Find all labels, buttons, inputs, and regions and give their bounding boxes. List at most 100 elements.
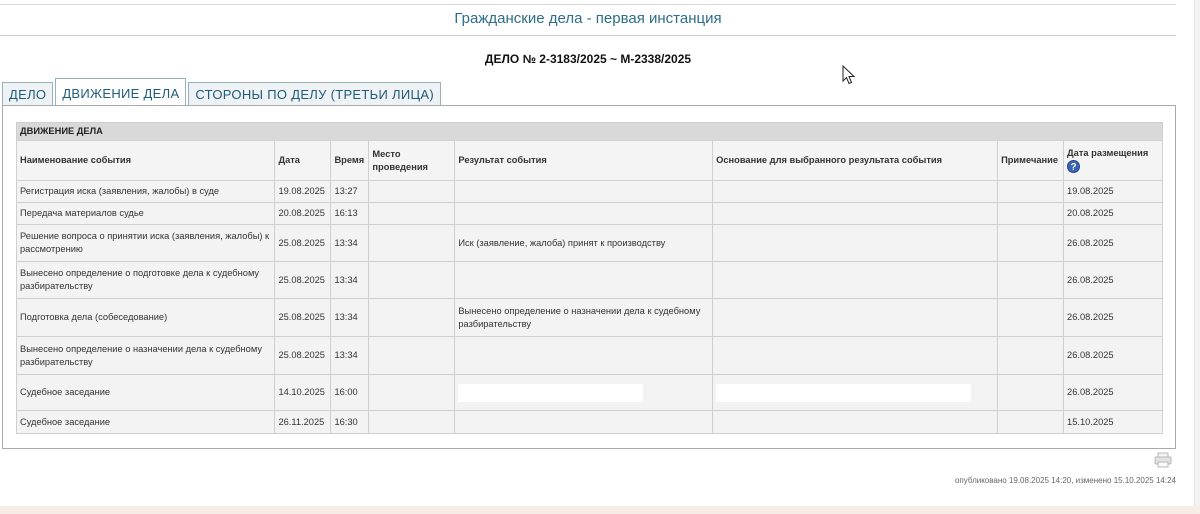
cell-basis bbox=[712, 410, 999, 434]
redacted-block bbox=[458, 383, 644, 402]
table-row: Передача материалов судье 20.08.2025 16:13… bbox=[15, 202, 1163, 225]
publication-meta: опубликовано 19.08.2025 14:20, изменено … bbox=[954, 476, 1176, 485]
cell-posted: 26.08.2025 bbox=[1063, 298, 1163, 337]
cell-basis bbox=[712, 374, 999, 411]
cell-time: 13:34 bbox=[330, 261, 370, 299]
cell-event: Судебное заседание bbox=[15, 374, 276, 411]
cell-time: 16:30 bbox=[330, 410, 370, 434]
cell-event: Решение вопроса о принятии иска (заявлен… bbox=[15, 224, 276, 262]
cell-result bbox=[454, 180, 714, 203]
cell-event: Регистрация иска (заявления, жалобы) в с… bbox=[15, 180, 276, 203]
cell-note bbox=[997, 298, 1065, 337]
cell-result: Вынесено определение о назначении дела к… bbox=[454, 298, 714, 337]
cell-date: 14.10.2025 bbox=[274, 374, 332, 411]
tab-case-movement[interactable]: ДВИЖЕНИЕ ДЕЛА bbox=[55, 78, 187, 107]
cell-basis bbox=[712, 261, 999, 299]
table-row: Подготовка дела (собеседование) 25.08.202… bbox=[15, 298, 1163, 337]
cell-place bbox=[368, 374, 456, 411]
cell-posted: 26.08.2025 bbox=[1063, 224, 1163, 262]
cell-note bbox=[997, 180, 1065, 203]
cell-date: 20.08.2025 bbox=[274, 202, 332, 225]
redacted-block bbox=[716, 383, 972, 402]
cell-result bbox=[454, 202, 714, 225]
col-header-posted: Дата размещения ? bbox=[1063, 140, 1163, 181]
tab-case[interactable]: ДЕЛО bbox=[2, 82, 54, 106]
case-movement-table: ДВИЖЕНИЕ ДЕЛА Наименование события Дата … bbox=[15, 122, 1163, 434]
cell-date: 25.08.2025 bbox=[274, 336, 332, 375]
cell-posted: 20.08.2025 bbox=[1063, 202, 1163, 225]
cell-result: Иск (заявление, жалоба) принят к произво… bbox=[454, 224, 714, 262]
cell-time: 16:00 bbox=[330, 374, 370, 411]
col-header-time: Время bbox=[330, 140, 370, 181]
cell-note bbox=[997, 261, 1065, 299]
col-header-basis: Основание для выбранного результата собы… bbox=[712, 140, 999, 181]
page-title: Гражданские дела - первая инстанция bbox=[454, 10, 722, 27]
cell-posted: 26.08.2025 bbox=[1063, 336, 1163, 375]
tab-panel: ДВИЖЕНИЕ ДЕЛА Наименование события Дата … bbox=[2, 105, 1176, 449]
col-header-date: Дата bbox=[274, 140, 332, 181]
cell-event: Судебное заседание bbox=[15, 410, 276, 434]
cell-date: 25.08.2025 bbox=[274, 224, 332, 262]
cell-place bbox=[368, 261, 456, 299]
cell-date: 25.08.2025 bbox=[274, 261, 332, 299]
col-header-posted-label: Дата размещения bbox=[1067, 148, 1149, 158]
cell-result bbox=[454, 336, 714, 375]
cell-time: 13:34 bbox=[330, 224, 370, 262]
case-number: ДЕЛО № 2-3183/2025 ~ М-2338/2025 bbox=[484, 52, 692, 66]
cell-place bbox=[368, 180, 456, 203]
cell-time: 13:27 bbox=[330, 180, 370, 203]
cell-place bbox=[368, 298, 456, 337]
cell-basis bbox=[712, 202, 999, 225]
question-icon[interactable]: ? bbox=[1067, 160, 1081, 173]
cell-result bbox=[454, 261, 714, 299]
cell-note bbox=[997, 336, 1065, 375]
cell-date: 26.11.2025 bbox=[274, 410, 332, 434]
cell-event: Передача материалов судье bbox=[15, 202, 276, 225]
col-header-note: Примечание bbox=[997, 140, 1065, 181]
bottom-band bbox=[0, 506, 1200, 514]
cell-place bbox=[368, 224, 456, 262]
table-row: Судебное заседание 14.10.2025 16:00 26.08.2… bbox=[15, 374, 1163, 411]
col-header-place: Место проведения bbox=[368, 140, 456, 181]
tab-case-label: ДЕЛО bbox=[9, 87, 47, 102]
cell-event: Вынесено определение о назначении дела к… bbox=[15, 336, 276, 375]
cell-basis bbox=[712, 224, 999, 262]
cell-posted: 26.08.2025 bbox=[1063, 374, 1163, 411]
cell-place bbox=[368, 336, 456, 375]
cell-time: 16:13 bbox=[330, 202, 370, 225]
cell-date: 19.08.2025 bbox=[274, 180, 332, 203]
cell-basis bbox=[712, 298, 999, 337]
cell-note bbox=[997, 410, 1065, 434]
cell-date: 25.08.2025 bbox=[274, 298, 332, 337]
top-divider bbox=[0, 4, 1176, 5]
cell-time: 13:34 bbox=[330, 336, 370, 375]
cell-place bbox=[368, 410, 456, 434]
scrollbar-track[interactable] bbox=[1194, 0, 1200, 514]
table-row: Вынесено определение о назначении дела к… bbox=[15, 336, 1163, 375]
cell-posted: 15.10.2025 bbox=[1063, 410, 1163, 434]
cell-basis bbox=[712, 336, 999, 375]
table-row: Вынесено определение о подготовке дела к… bbox=[15, 261, 1163, 299]
cell-time: 13:34 bbox=[330, 298, 370, 337]
table-row: Регистрация иска (заявления, жалобы) в с… bbox=[15, 180, 1163, 203]
printer-icon[interactable] bbox=[1154, 452, 1172, 468]
cell-event: Вынесено определение о подготовке дела к… bbox=[15, 261, 276, 299]
tab-case-movement-label: ДВИЖЕНИЕ ДЕЛА bbox=[62, 85, 180, 101]
cell-result bbox=[454, 374, 714, 411]
mouse-cursor-icon bbox=[842, 65, 856, 85]
col-header-result: Результат события bbox=[454, 140, 714, 181]
cell-posted: 19.08.2025 bbox=[1063, 180, 1163, 203]
cell-place bbox=[368, 202, 456, 225]
tab-parties-label: СТОРОНЫ ПО ДЕЛУ (ТРЕТЬИ ЛИЦА) bbox=[195, 87, 435, 102]
title-divider bbox=[0, 35, 1176, 36]
table-row: Решение вопроса о принятии иска (заявлен… bbox=[15, 224, 1163, 262]
col-header-event: Наименование события bbox=[15, 140, 276, 181]
cell-posted: 26.08.2025 bbox=[1063, 261, 1163, 299]
cell-result bbox=[454, 410, 714, 434]
cell-note bbox=[997, 374, 1065, 411]
table-row: Судебное заседание 26.11.2025 16:30 15.10.2… bbox=[15, 410, 1163, 434]
table-header-row: Наименование события Дата Время Место пр… bbox=[15, 140, 1163, 181]
cell-event: Подготовка дела (собеседование) bbox=[15, 298, 276, 337]
tab-parties[interactable]: СТОРОНЫ ПО ДЕЛУ (ТРЕТЬИ ЛИЦА) bbox=[188, 82, 442, 106]
table-body: Регистрация иска (заявления, жалобы) в с… bbox=[15, 180, 1163, 434]
